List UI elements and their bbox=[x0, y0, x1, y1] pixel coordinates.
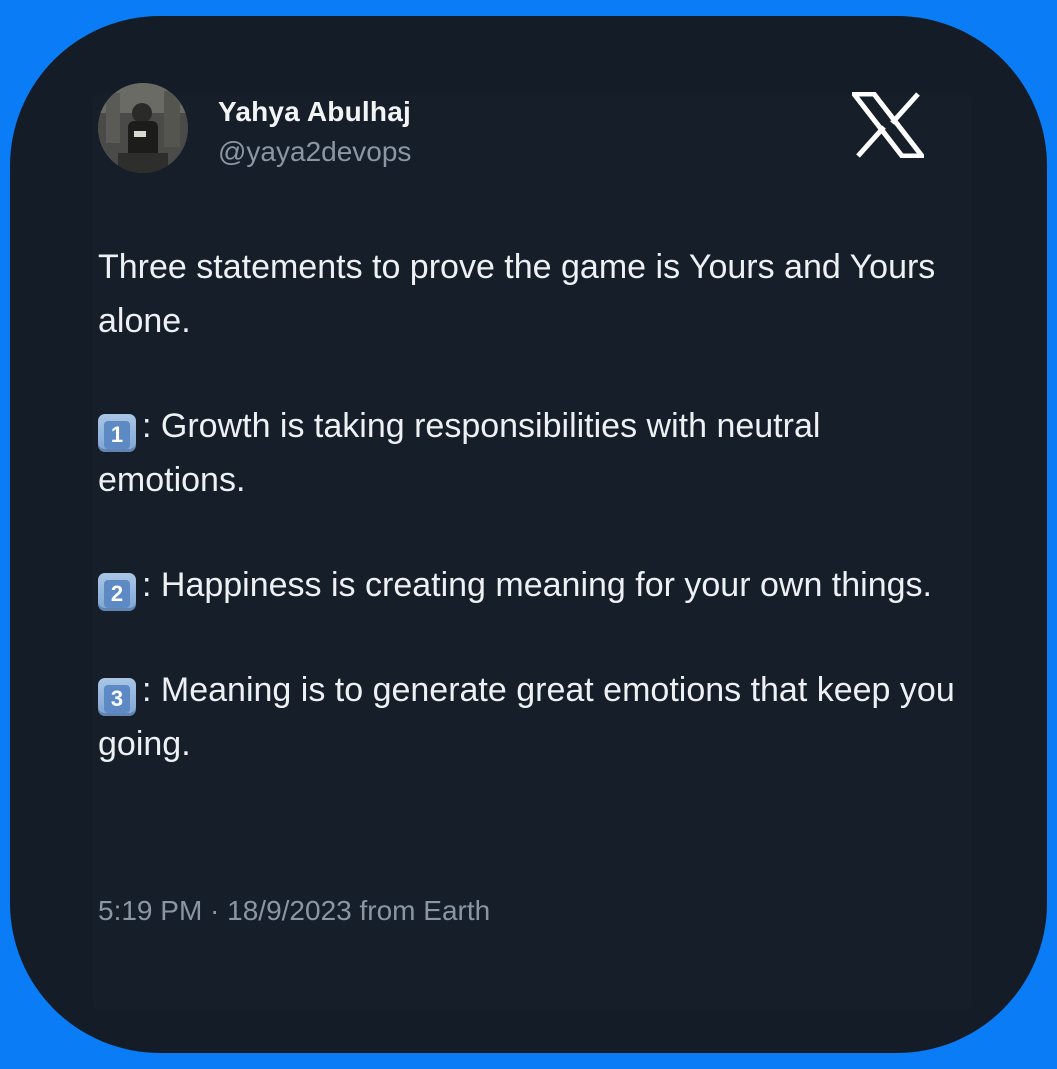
avatar-photo bbox=[98, 83, 188, 173]
tweet-timestamp[interactable]: 5:19 PM · 18/9/2023 from Earth bbox=[98, 895, 490, 927]
tweet-point-3: 3: Meaning is to generate great emotions… bbox=[98, 663, 958, 771]
tweet-point-text: : Happiness is creating meaning for your… bbox=[142, 566, 932, 604]
keycap-one-icon: 1 bbox=[98, 414, 136, 452]
tweet-point-text: : Meaning is to generate great emotions … bbox=[98, 671, 955, 763]
tweet-intro: Three statements to prove the game is Yo… bbox=[98, 248, 936, 340]
x-logo-icon[interactable] bbox=[852, 92, 924, 158]
keycap-three-icon: 3 bbox=[98, 678, 136, 716]
tweet-point-text: : Growth is taking responsibilities with… bbox=[98, 407, 821, 499]
tweet-point-2: 2 : Happiness is creating meaning for you… bbox=[98, 558, 958, 612]
tweet-text: Three statements to prove the game is Yo… bbox=[98, 240, 958, 822]
keycap-number: 1 bbox=[104, 421, 130, 449]
author-handle[interactable]: @yaya2devops bbox=[218, 136, 411, 168]
keycap-number: 2 bbox=[104, 580, 130, 608]
author-name[interactable]: Yahya Abulhaj bbox=[218, 96, 411, 128]
keycap-number: 3 bbox=[104, 685, 130, 713]
tweet-point-1: 1: Growth is taking responsibilities wit… bbox=[98, 399, 958, 507]
avatar[interactable] bbox=[98, 83, 188, 173]
keycap-two-icon: 2 bbox=[98, 573, 136, 611]
